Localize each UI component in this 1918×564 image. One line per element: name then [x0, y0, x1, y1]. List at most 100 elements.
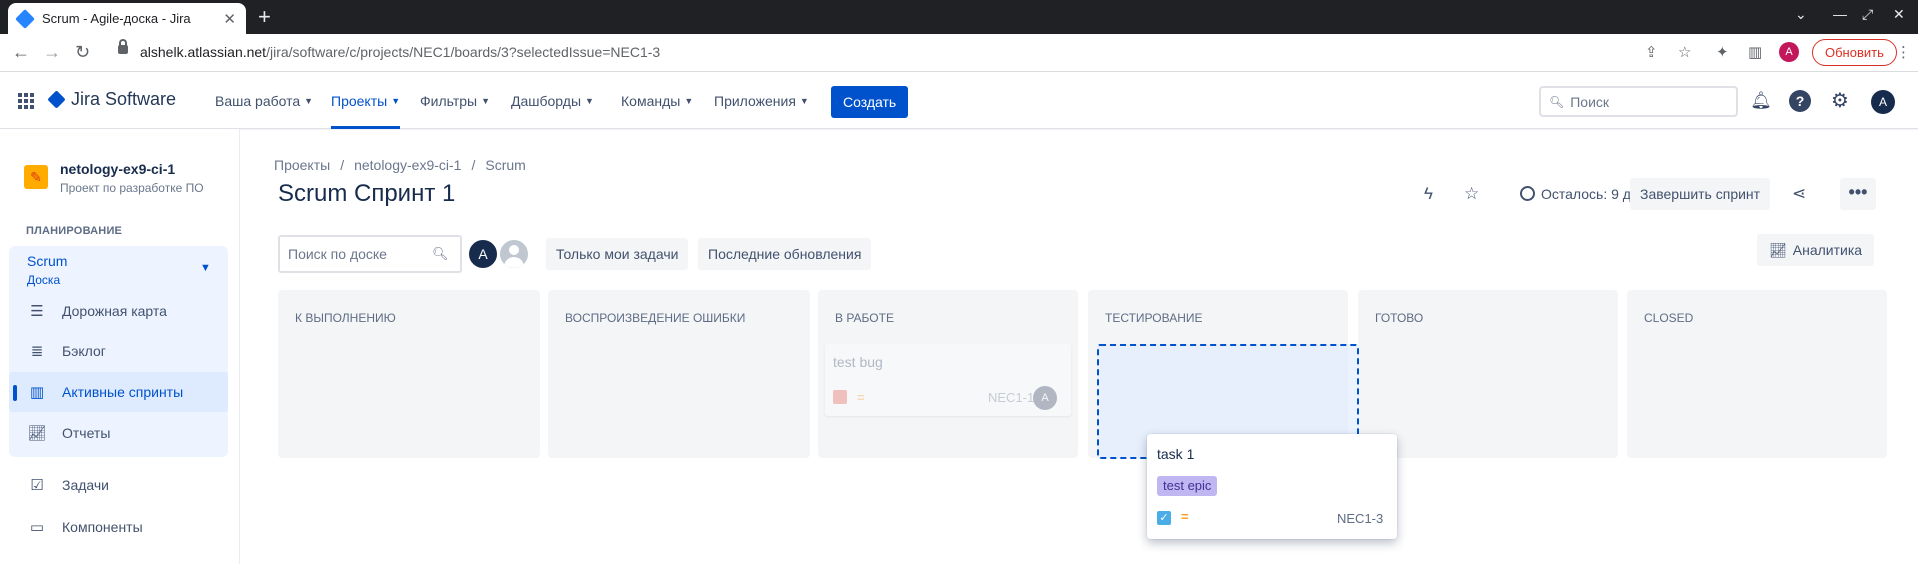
browser-menu-icon[interactable]: ⋮: [1896, 43, 1911, 61]
browser-update-button[interactable]: Обновить: [1812, 39, 1897, 66]
finish-sprint-button[interactable]: Завершить спринт: [1630, 178, 1771, 210]
only-my-issues-filter[interactable]: Только мои задачи: [546, 238, 689, 270]
column-header: CLOSED: [1644, 311, 1694, 325]
board-column: ГОТОВО: [1358, 290, 1618, 458]
trend-chart-icon: 📈︎: [1769, 242, 1787, 258]
star-icon[interactable]: ☆: [1464, 184, 1479, 204]
breadcrumb-board[interactable]: Scrum: [485, 157, 525, 173]
extensions-icon[interactable]: ✦: [1716, 43, 1729, 61]
search-input[interactable]: [1570, 93, 1731, 110]
recently-updated-filter[interactable]: Последние обновления: [698, 238, 872, 270]
forward-icon[interactable]: →: [43, 42, 61, 62]
search-icon: 🔍︎: [1549, 94, 1565, 109]
nav-your-work[interactable]: Ваша работа ▼: [215, 73, 313, 129]
issue-card[interactable]: test bug = NEC1-1 A: [825, 344, 1071, 416]
board-search-input[interactable]: [288, 246, 432, 262]
board-columns-icon: ▥: [29, 384, 45, 401]
create-button[interactable]: Создать: [831, 86, 909, 118]
board-search[interactable]: 🔍︎: [278, 235, 462, 273]
reload-icon[interactable]: ↻: [75, 42, 90, 62]
analytics-label: Аналитика: [1792, 242, 1863, 258]
unassigned-filter-avatar[interactable]: [498, 238, 530, 270]
url-host: alshelk.atlassian.net: [140, 44, 267, 60]
chevron-down-icon: ▼: [304, 96, 314, 106]
global-search[interactable]: 🔍︎: [1539, 86, 1738, 117]
project-avatar-icon: ✎: [24, 165, 48, 189]
more-actions-button[interactable]: •••: [1840, 178, 1876, 210]
bug-type-icon: [833, 390, 847, 404]
issues-icon: ☑: [30, 477, 44, 494]
url-field[interactable]: alshelk.atlassian.net/jira/software/c/pr…: [140, 44, 660, 60]
card-assignee-avatar: A: [1033, 386, 1057, 410]
settings-gear-icon[interactable]: ⚙: [1829, 90, 1851, 112]
tab-title: Scrum - Agile-доска - Jira: [42, 11, 191, 26]
maximize-icon[interactable]: ⤢: [1862, 6, 1873, 23]
analytics-button[interactable]: 📈︎ Аналитика: [1757, 234, 1875, 266]
close-icon[interactable]: ✕: [223, 10, 236, 28]
nav-label: Дашборды: [511, 93, 581, 109]
task-type-icon: ✓: [1157, 511, 1171, 525]
breadcrumb-project[interactable]: netology-ex9-ci-1: [354, 157, 461, 173]
jira-diamond-icon: [47, 90, 66, 109]
nav-projects[interactable]: Проекты ▼: [331, 73, 401, 129]
share-icon[interactable]: ⇪: [1645, 43, 1658, 61]
breadcrumb-projects[interactable]: Проекты: [274, 157, 330, 173]
sidebar-item-label: Дорожная карта: [62, 303, 167, 319]
sidebar-item-backlog[interactable]: ≣ Бэклог: [26, 331, 226, 371]
nav-teams[interactable]: Команды ▼: [621, 73, 693, 129]
browser-tab[interactable]: Scrum - Agile-доска - Jira ✕: [8, 3, 246, 34]
window-close-icon[interactable]: ✕: [1893, 6, 1905, 23]
column-header: ГОТОВО: [1375, 311, 1424, 325]
board-column: CLOSED: [1627, 290, 1887, 458]
roadmap-icon: ☰: [30, 303, 44, 320]
sidebar-item-active-sprints[interactable]: ▥ Активные спринты: [9, 372, 228, 412]
sidebar-item-issues[interactable]: ☑ Задачи: [26, 465, 226, 505]
help-icon[interactable]: ?: [1789, 90, 1811, 112]
column-header: К ВЫПОЛНЕНИЮ: [295, 311, 396, 325]
dragging-issue-card[interactable]: task 1 test epic ✓ = NEC1-3: [1147, 434, 1397, 539]
bookmark-star-icon[interactable]: ☆: [1678, 43, 1691, 61]
card-title: test bug: [833, 354, 883, 370]
lock-icon[interactable]: [118, 39, 128, 54]
user-avatar[interactable]: A: [1871, 90, 1895, 114]
notifications-icon[interactable]: 🔔︎: [1750, 90, 1772, 112]
project-name[interactable]: netology-ex9-ci-1: [60, 161, 175, 177]
nav-label: Проекты: [331, 93, 388, 109]
column-header: ВОСПРОИЗВЕДЕНИЕ ОШИБКИ: [565, 311, 746, 325]
minimize-icon[interactable]: —: [1833, 6, 1847, 22]
share-icon[interactable]: ⋖: [1792, 184, 1806, 204]
project-sidebar: ✎ netology-ex9-ci-1 Проект по разработке…: [0, 129, 240, 564]
active-indicator: [13, 385, 17, 401]
back-icon[interactable]: ←: [12, 42, 30, 62]
chevron-down-icon: ▼: [799, 96, 809, 106]
browser-profile-avatar[interactable]: A: [1779, 42, 1799, 62]
nav-filters[interactable]: Фильтры ▼: [420, 73, 490, 129]
tab-search-icon[interactable]: ⌄: [1795, 6, 1807, 23]
sidepanel-icon[interactable]: ▥: [1748, 43, 1762, 61]
new-tab-icon[interactable]: +: [258, 5, 271, 29]
nav-label: Приложения: [714, 93, 796, 109]
reports-chart-icon: 📈︎: [27, 425, 47, 442]
assignee-filter-avatar[interactable]: A: [467, 238, 499, 270]
nav-dashboards[interactable]: Дашборды ▼: [511, 73, 594, 129]
sidebar-item-roadmap[interactable]: ☰ Дорожная карта: [26, 291, 226, 331]
board-switcher-title[interactable]: Scrum: [27, 253, 67, 269]
sidebar-item-label: Задачи: [62, 477, 110, 493]
nav-apps[interactable]: Приложения ▼: [714, 73, 809, 129]
chevron-down-icon: ▼: [585, 96, 594, 106]
jira-favicon-icon: [15, 8, 35, 29]
sidebar-item-reports[interactable]: 📈︎ Отчеты: [26, 413, 226, 453]
jira-logo[interactable]: Jira Software: [47, 89, 176, 110]
column-header: ТЕСТИРОВАНИЕ: [1105, 311, 1203, 325]
address-bar: ← → ↻ alshelk.atlassian.net/jira/softwar…: [0, 34, 1918, 72]
sidebar-item-components[interactable]: ▭ Компоненты: [26, 507, 226, 547]
browser-tabbar: Scrum - Agile-доска - Jira ✕ + ⌄ — ⤢ ✕: [0, 0, 1918, 34]
nav-label: Фильтры: [420, 93, 478, 109]
app-switcher-icon[interactable]: [18, 93, 34, 109]
page-title: Scrum Спринт 1: [278, 180, 456, 207]
chevron-down-icon[interactable]: ▼: [200, 262, 211, 274]
jira-top-nav: Jira Software Ваша работа ▼ Проекты ▼ Филь…: [0, 73, 1918, 129]
automation-lightning-icon[interactable]: ϟ: [1424, 184, 1433, 204]
breadcrumb-separator: /: [340, 157, 345, 173]
priority-medium-icon: =: [1181, 509, 1189, 524]
